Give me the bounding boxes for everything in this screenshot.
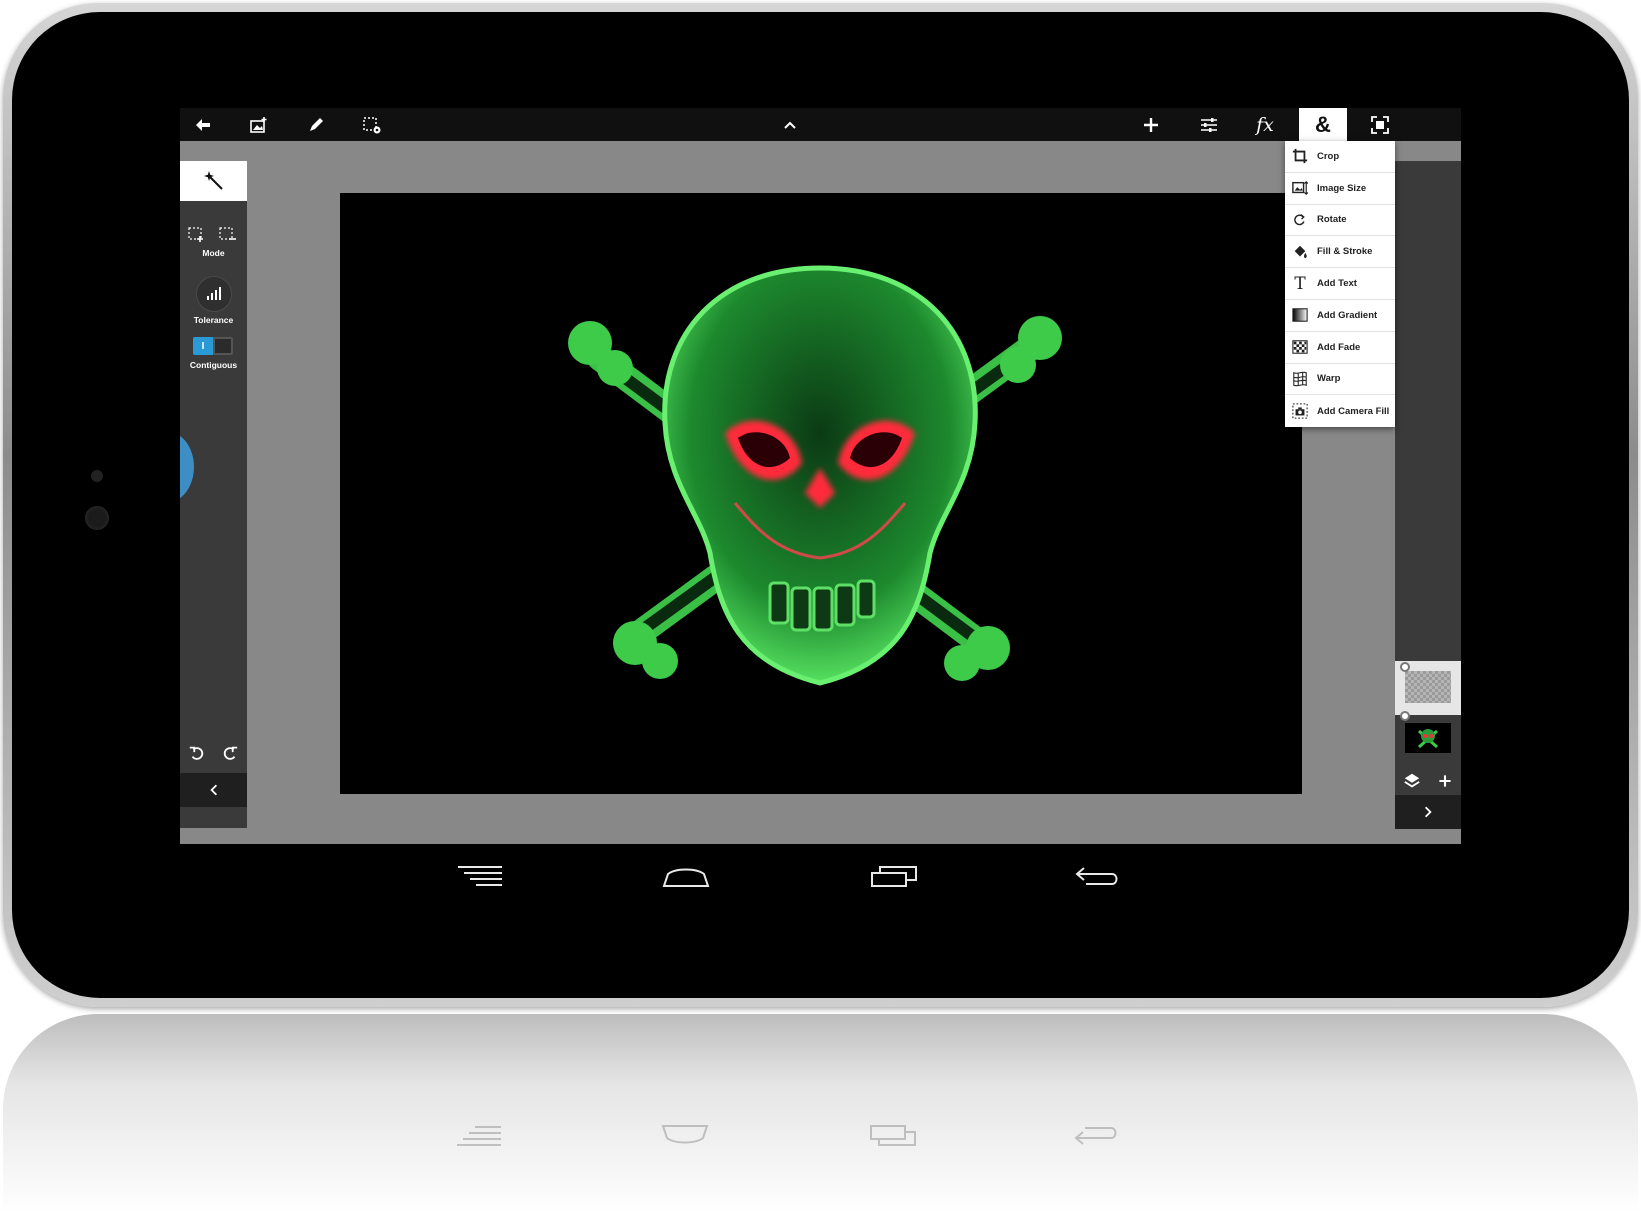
back-arrow-icon[interactable] bbox=[1070, 860, 1126, 892]
ampersand-icon[interactable]: & bbox=[1299, 108, 1347, 141]
magic-wand-icon[interactable] bbox=[180, 161, 247, 201]
collapse-right-panel-button[interactable] bbox=[1395, 795, 1461, 829]
layer-thumbnail bbox=[1405, 671, 1451, 703]
layer-image[interactable] bbox=[1395, 717, 1461, 761]
reflection-recents-icon bbox=[870, 1125, 916, 1146]
reflection-home-icon bbox=[661, 1125, 709, 1144]
fullscreen-icon[interactable] bbox=[1360, 108, 1400, 141]
selection-settings-icon[interactable] bbox=[352, 108, 392, 141]
image-canvas[interactable] bbox=[340, 193, 1302, 794]
reflection-menu-icon bbox=[457, 1126, 501, 1146]
layer-visibility-dot[interactable] bbox=[1400, 711, 1410, 721]
menu-item-label: Rotate bbox=[1317, 214, 1347, 226]
add-selection-icon[interactable] bbox=[188, 227, 208, 243]
undo-redo-row bbox=[180, 738, 247, 768]
left-tool-panel: Mode Tolerance I Contiguous bbox=[180, 161, 247, 828]
menu-item-add-text[interactable]: T Add Text bbox=[1285, 268, 1395, 300]
crop-icon bbox=[1291, 147, 1309, 165]
menu-item-label: Image Size bbox=[1317, 182, 1367, 194]
menu-item-add-gradient[interactable]: Add Gradient bbox=[1285, 300, 1395, 332]
plus-icon[interactable] bbox=[1131, 108, 1171, 141]
fx-icon[interactable]: fx bbox=[1245, 108, 1285, 141]
warp-icon bbox=[1291, 370, 1309, 388]
menu-item-label: Add Gradient bbox=[1317, 309, 1378, 321]
recent-apps-menu-icon[interactable] bbox=[452, 860, 508, 892]
menu-item-label: Fill & Stroke bbox=[1317, 246, 1373, 258]
brush-icon[interactable] bbox=[296, 108, 336, 141]
app-screen: fx & Mode Tolerance I Contiguous Crop Im… bbox=[180, 108, 1461, 844]
reflection-back-icon bbox=[1074, 1127, 1117, 1145]
recents-icon[interactable] bbox=[866, 860, 922, 892]
paint-bucket-icon bbox=[1291, 243, 1309, 261]
home-icon[interactable] bbox=[658, 860, 714, 892]
menu-item-label: Add Camera Fill bbox=[1317, 405, 1390, 417]
undo-icon[interactable] bbox=[188, 744, 206, 762]
menu-item-add-camera-fill[interactable]: Add Camera Fill bbox=[1285, 395, 1395, 427]
menu-item-label: Add Text bbox=[1317, 278, 1357, 290]
contiguous-toggle[interactable]: I bbox=[193, 337, 233, 355]
fx-label: fx bbox=[1256, 113, 1274, 136]
gradient-icon bbox=[1291, 306, 1309, 324]
menu-item-label: Add Fade bbox=[1317, 341, 1361, 353]
chevron-left-icon bbox=[209, 784, 217, 796]
contiguous-label: Contiguous bbox=[189, 360, 238, 370]
ampersand-label: & bbox=[1315, 111, 1331, 137]
top-toolbar: fx & bbox=[180, 108, 1461, 141]
device-reflection bbox=[3, 1014, 1638, 1214]
layer-visibility-dot[interactable] bbox=[1400, 662, 1410, 672]
tolerance-label: Tolerance bbox=[193, 315, 234, 325]
menu-item-warp[interactable]: Warp bbox=[1285, 364, 1395, 396]
signal-bars-icon bbox=[207, 287, 221, 300]
rotate-icon bbox=[1291, 211, 1309, 229]
speaker-dot bbox=[91, 470, 103, 482]
ampersand-menu: Crop Image Size Rotate Fill & Stroke T A… bbox=[1285, 141, 1395, 427]
chevron-right-icon bbox=[1424, 806, 1432, 818]
front-camera bbox=[85, 506, 109, 530]
tolerance-control[interactable] bbox=[196, 276, 232, 312]
subtract-selection-icon[interactable] bbox=[219, 227, 239, 243]
menu-item-fill-stroke[interactable]: Fill & Stroke bbox=[1285, 236, 1395, 269]
skull-crossbones-artwork bbox=[568, 265, 1062, 686]
camera-fill-icon bbox=[1291, 402, 1309, 420]
collapse-left-panel-button[interactable] bbox=[180, 773, 247, 807]
text-icon: T bbox=[1294, 273, 1306, 294]
layer-thumbnail bbox=[1405, 723, 1451, 753]
back-icon[interactable] bbox=[183, 108, 223, 141]
toggle-off-state bbox=[215, 339, 231, 353]
menu-item-label: Warp bbox=[1317, 373, 1341, 385]
menu-item-label: Crop bbox=[1317, 150, 1340, 162]
menu-item-image-size[interactable]: Image Size bbox=[1285, 173, 1395, 205]
menu-item-rotate[interactable]: Rotate bbox=[1285, 205, 1395, 237]
add-layer-icon[interactable] bbox=[1437, 773, 1453, 789]
toggle-on-state: I bbox=[193, 337, 213, 355]
right-layers-panel bbox=[1395, 161, 1461, 829]
redo-icon[interactable] bbox=[221, 744, 239, 762]
layer-actions-row bbox=[1395, 767, 1461, 795]
menu-item-add-fade[interactable]: Add Fade bbox=[1285, 332, 1395, 364]
chevron-up-icon[interactable] bbox=[770, 108, 810, 141]
fade-icon bbox=[1291, 338, 1309, 356]
menu-item-crop[interactable]: Crop bbox=[1285, 141, 1395, 173]
add-image-icon[interactable] bbox=[239, 108, 279, 141]
layers-icon[interactable] bbox=[1403, 772, 1421, 790]
image-size-icon bbox=[1291, 179, 1309, 197]
adjustments-icon[interactable] bbox=[1189, 108, 1229, 141]
mode-label: Mode bbox=[202, 248, 225, 258]
